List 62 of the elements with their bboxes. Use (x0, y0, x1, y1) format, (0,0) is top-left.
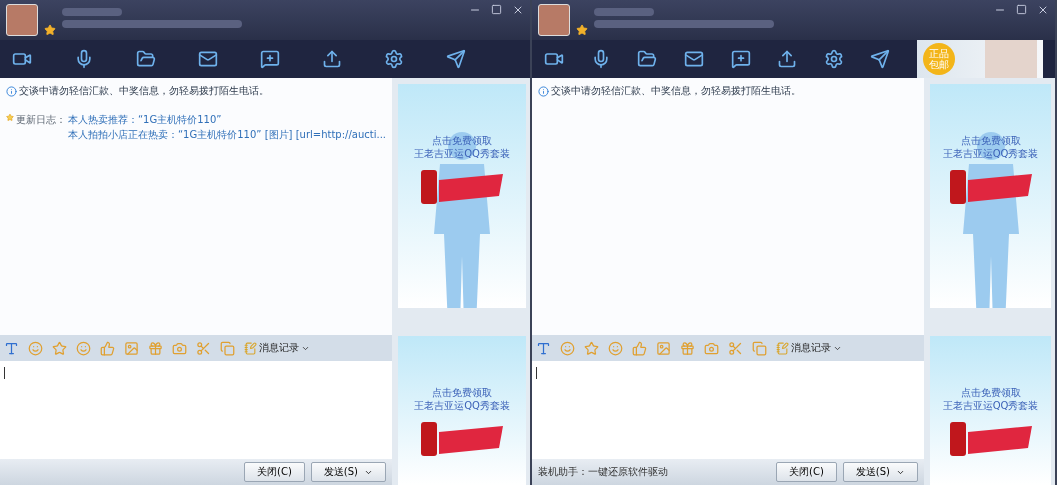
close-button[interactable]: 关闭(C) (776, 462, 837, 482)
message-input[interactable] (532, 361, 924, 459)
thumbs-up-icon[interactable] (632, 340, 647, 356)
star-icon (44, 24, 56, 36)
envelope-icon[interactable] (198, 49, 218, 69)
star-icon (6, 112, 14, 123)
star-icon[interactable] (52, 340, 67, 356)
update-log-line: 本人热卖推荐：“1G主机特价110” (67, 113, 223, 127)
upload-icon[interactable] (777, 49, 798, 69)
update-log-line: 本人拍拍小店正在热卖：“1G主机特价110” [图片] [url=http://aucti... (67, 128, 386, 142)
font-icon[interactable] (4, 340, 19, 356)
ad-text: 点击免费领取 (960, 386, 1021, 400)
status-text: 装机助手：一键还原软件驱动 (538, 465, 668, 479)
ad-text: 王老吉亚运QQ秀套装 (942, 147, 1039, 160)
avatar (538, 4, 570, 36)
ad-text: 点击免费领取 (432, 386, 492, 400)
message-plus-icon[interactable] (260, 49, 280, 69)
folder-icon[interactable] (136, 49, 156, 69)
message-history-button[interactable]: 消息记录 (776, 341, 842, 355)
maximize-icon[interactable] (1016, 4, 1027, 15)
ad-text: 点击免费领取 (432, 134, 492, 147)
info-icon (6, 85, 17, 97)
ad-panel[interactable]: 点击免费领取 王老吉亚运QQ秀套装 (398, 336, 526, 485)
ad-panel[interactable]: 点击免费领取 王老吉亚运QQ秀套装 (930, 336, 1051, 485)
ad-text: 王老吉亚运QQ秀套装 (414, 399, 510, 413)
promo-badge: 正品包邮 (923, 43, 955, 75)
update-log-label: 更新日志： (15, 113, 66, 127)
avatar (6, 4, 38, 36)
envelope-icon[interactable] (683, 49, 704, 69)
send-button[interactable]: 发送(S) (842, 462, 918, 482)
notepad-icon (776, 341, 789, 355)
close-icon[interactable] (512, 4, 524, 16)
settings-icon[interactable] (384, 49, 404, 69)
close-button[interactable]: 关闭(C) (244, 462, 305, 482)
star-icon[interactable] (584, 340, 599, 356)
upload-icon[interactable] (322, 49, 342, 69)
ad-text: 王老吉亚运QQ秀套装 (942, 399, 1039, 413)
notepad-icon (244, 341, 257, 355)
notice-text: 交谈中请勿轻信汇款、中奖信息，勿轻易拨打陌生电话。 (551, 84, 801, 98)
ad-panel[interactable]: 点击免费领取 王老吉亚运QQ秀套装 (398, 84, 526, 309)
photo-placeholder (985, 40, 1037, 78)
message-history-button[interactable]: 消息记录 (244, 341, 310, 355)
thumbs-up-icon[interactable] (100, 340, 115, 356)
send-icon[interactable] (870, 49, 891, 69)
send-button[interactable]: 发送(S) (310, 462, 386, 482)
ad-text: 点击免费领取 (960, 134, 1021, 147)
message-plus-icon[interactable] (730, 49, 751, 69)
blurred-name (594, 8, 654, 16)
folder-icon[interactable] (637, 49, 658, 69)
message-input[interactable] (0, 361, 392, 459)
close-icon[interactable] (1037, 4, 1049, 16)
microphone-icon[interactable] (74, 49, 94, 69)
star-icon (576, 24, 588, 36)
ad-panel[interactable]: 点击免费领取 王老吉亚运QQ秀套装 (930, 84, 1051, 309)
info-icon (538, 85, 549, 97)
ad-text: 王老吉亚运QQ秀套装 (414, 147, 510, 160)
blurred-name (62, 8, 122, 16)
notice-text: 交谈中请勿轻信汇款、中奖信息，勿轻易拨打陌生电话。 (19, 84, 269, 98)
font-icon[interactable] (536, 340, 551, 356)
maximize-icon[interactable] (491, 4, 502, 15)
settings-icon[interactable] (823, 49, 844, 69)
send-icon[interactable] (446, 49, 466, 69)
